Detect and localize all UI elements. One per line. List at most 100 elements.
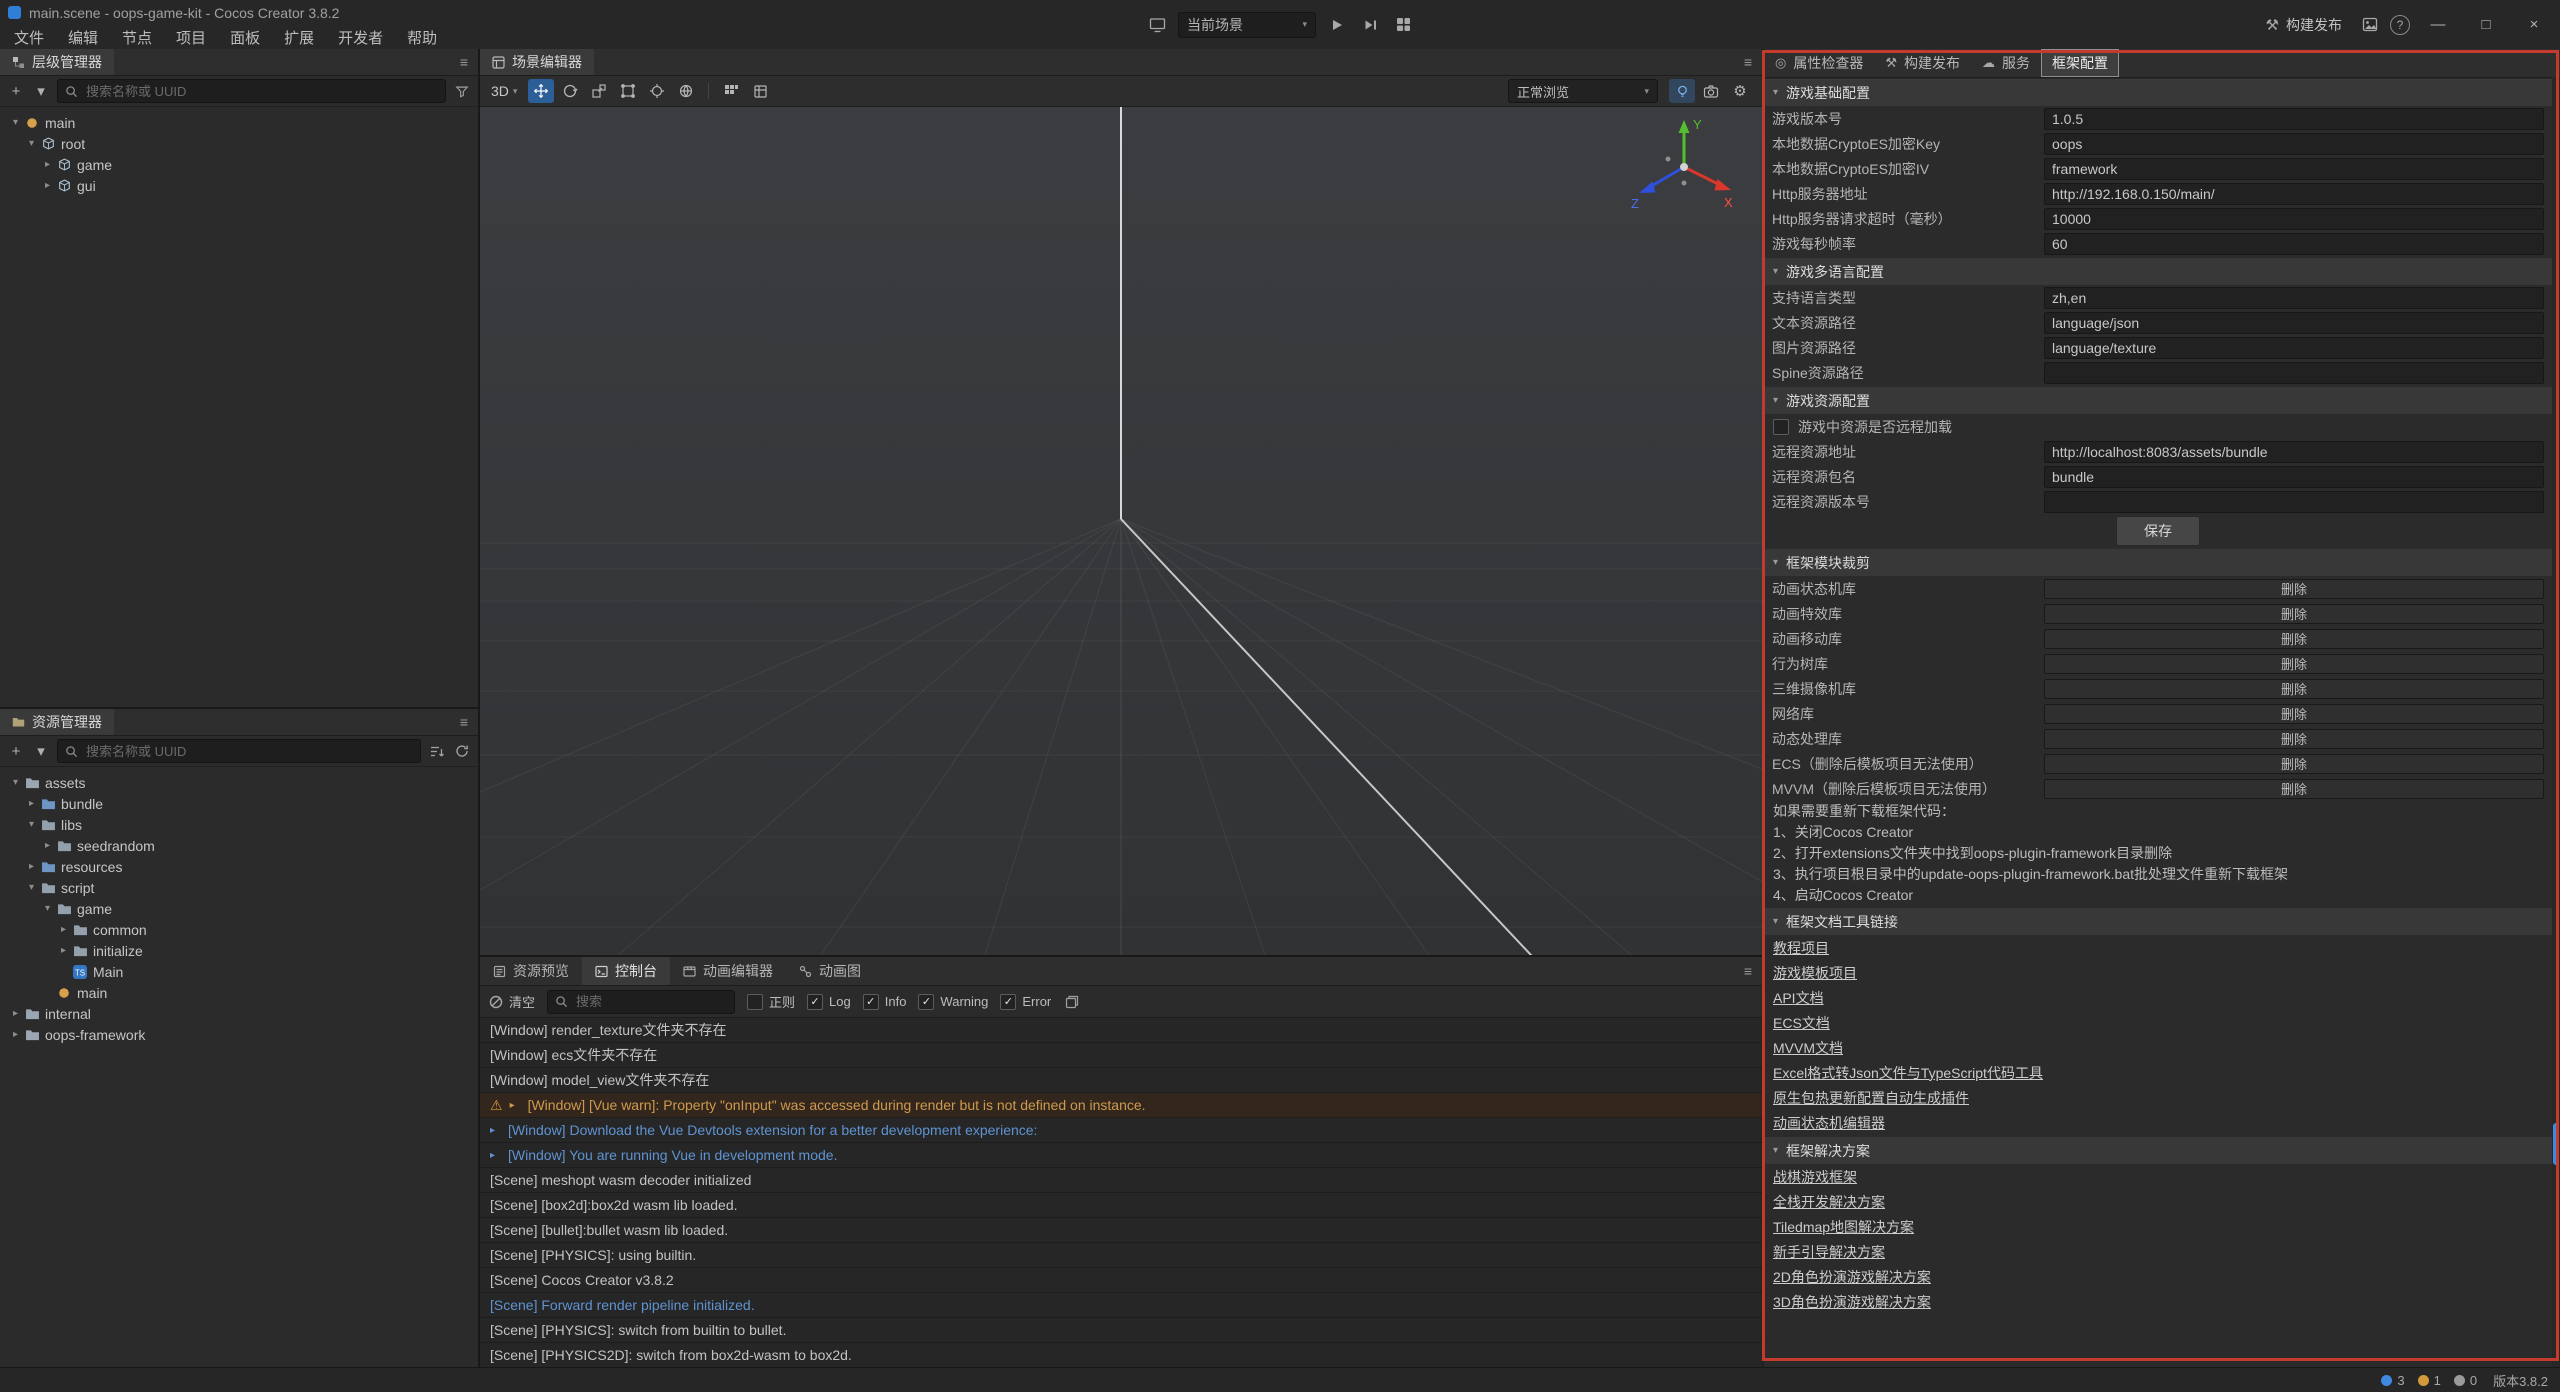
orientation-gizmo[interactable]: Y X Z bbox=[1624, 109, 1744, 221]
status-count[interactable]: 1 bbox=[2418, 1373, 2441, 1388]
assets-tab[interactable]: 资源管理器 bbox=[0, 709, 114, 735]
filter-info[interactable]: Info bbox=[863, 994, 907, 1010]
log-row[interactable]: [Window] render_texture文件夹不存在 bbox=[480, 1018, 1762, 1043]
add-asset-chevron-icon[interactable]: ▾ bbox=[32, 740, 50, 762]
delete-button-行为树库[interactable]: 删除 bbox=[2044, 654, 2544, 674]
link-全栈开发解决方案[interactable]: 全栈开发解决方案 bbox=[1773, 1192, 1885, 1212]
link-2D角色扮演游戏解决方案[interactable]: 2D角色扮演游戏解决方案 bbox=[1773, 1267, 1931, 1287]
panel-menu-icon[interactable]: ≡ bbox=[450, 54, 478, 70]
chevron-expanded-icon[interactable]: ▾ bbox=[40, 903, 55, 914]
regex-checkbox[interactable]: 正则 bbox=[747, 992, 795, 1011]
log-row[interactable]: [Scene] [PHYSICS]: switch from builtin t… bbox=[480, 1318, 1762, 1343]
log-expand-chevron-icon[interactable]: ▸ bbox=[510, 1100, 521, 1111]
filter-warning[interactable]: Warning bbox=[918, 994, 988, 1010]
scene-editor-tab[interactable]: 场景编辑器 bbox=[480, 49, 594, 75]
section-header-框架解决方案[interactable]: ▾框架解决方案 bbox=[1764, 1137, 2552, 1164]
console-tab-控制台[interactable]: 控制台 bbox=[582, 957, 670, 985]
checkbox[interactable] bbox=[863, 994, 879, 1010]
link-API文档[interactable]: API文档 bbox=[1773, 988, 1824, 1008]
scene-viewport[interactable]: Y X Z bbox=[480, 107, 1762, 955]
filter-log[interactable]: Log bbox=[807, 994, 851, 1010]
hierarchy-item-game[interactable]: ▸game bbox=[0, 154, 478, 175]
save-button[interactable]: 保存 bbox=[2116, 516, 2200, 546]
view-mode-select[interactable]: 正常浏览 ▾ bbox=[1508, 79, 1658, 103]
panel-menu-icon[interactable]: ≡ bbox=[450, 714, 478, 730]
log-row[interactable]: ▸[Window] You are running Vue in develop… bbox=[480, 1143, 1762, 1168]
delete-button-三维摄像机库[interactable]: 删除 bbox=[2044, 679, 2544, 699]
asset-item-initialize[interactable]: ▸initialize bbox=[0, 940, 478, 961]
delete-button-动态处理库[interactable]: 删除 bbox=[2044, 729, 2544, 749]
hierarchy-item-main[interactable]: ▾main bbox=[0, 112, 478, 133]
checkbox[interactable] bbox=[1000, 994, 1016, 1010]
asset-item-internal[interactable]: ▸internal bbox=[0, 1003, 478, 1024]
filter-error[interactable]: Error bbox=[1000, 994, 1051, 1010]
asset-item-game[interactable]: ▾game bbox=[0, 898, 478, 919]
delete-button-MVVM（删除后模板项目无法使用）[interactable]: 删除 bbox=[2044, 779, 2544, 799]
field-input-图片资源路径[interactable] bbox=[2044, 337, 2544, 359]
asset-item-seedrandom[interactable]: ▸seedrandom bbox=[0, 835, 478, 856]
add-asset-button[interactable]: + bbox=[7, 740, 25, 762]
console-search[interactable] bbox=[547, 990, 735, 1014]
console-search-input[interactable] bbox=[574, 993, 727, 1010]
link-Tiledmap地图解决方案[interactable]: Tiledmap地图解决方案 bbox=[1773, 1217, 1914, 1237]
section-header-框架文档工具链接[interactable]: ▾框架文档工具链接 bbox=[1764, 908, 2552, 935]
inspector-tab-属性检查器[interactable]: ◎属性检查器 bbox=[1764, 49, 1874, 77]
chevron-collapsed-icon[interactable]: ▸ bbox=[40, 180, 55, 191]
inspector-scrollbar[interactable] bbox=[2552, 77, 2560, 1368]
log-row[interactable]: [Scene] Forward render pipeline initiali… bbox=[480, 1293, 1762, 1318]
asset-item-oops-framework[interactable]: ▸oops-framework bbox=[0, 1024, 478, 1045]
scale-tool-button[interactable] bbox=[586, 79, 612, 103]
coordinate-toggle-button[interactable] bbox=[673, 79, 699, 103]
gear-icon[interactable]: ⚙ bbox=[1727, 79, 1753, 103]
status-count[interactable]: 0 bbox=[2454, 1373, 2477, 1388]
log-row[interactable]: [Scene] [bullet]:bullet wasm lib loaded. bbox=[480, 1218, 1762, 1243]
move-tool-button[interactable] bbox=[528, 79, 554, 103]
preview-platform-icon[interactable] bbox=[1145, 13, 1169, 37]
link-教程项目[interactable]: 教程项目 bbox=[1773, 938, 1829, 958]
field-input-游戏版本号[interactable] bbox=[2044, 108, 2544, 130]
chevron-collapsed-icon[interactable]: ▸ bbox=[8, 1029, 23, 1040]
clear-console-button[interactable]: 清空 bbox=[489, 992, 535, 1011]
pivot-toggle-button[interactable] bbox=[644, 79, 670, 103]
link-游戏模板项目[interactable]: 游戏模板项目 bbox=[1773, 963, 1857, 983]
delete-button-动画移动库[interactable]: 删除 bbox=[2044, 629, 2544, 649]
log-row[interactable]: ▸[Window] Download the Vue Devtools exte… bbox=[480, 1118, 1762, 1143]
menu-节点[interactable]: 节点 bbox=[110, 25, 164, 49]
checkbox[interactable] bbox=[807, 994, 823, 1010]
menu-面板[interactable]: 面板 bbox=[218, 25, 272, 49]
link-战棋游戏框架[interactable]: 战棋游戏框架 bbox=[1773, 1167, 1857, 1187]
link-3D角色扮演游戏解决方案[interactable]: 3D角色扮演游戏解决方案 bbox=[1773, 1292, 1931, 1312]
asset-item-main[interactable]: main bbox=[0, 982, 478, 1003]
menu-帮助[interactable]: 帮助 bbox=[395, 25, 449, 49]
minimize-button[interactable]: — bbox=[2418, 9, 2458, 41]
asset-item-resources[interactable]: ▸resources bbox=[0, 856, 478, 877]
inspector-tab-构建发布[interactable]: ⚒构建发布 bbox=[1874, 49, 1971, 77]
layout-grid-icon[interactable] bbox=[1391, 13, 1415, 37]
log-row[interactable]: [Window] model_view文件夹不存在 bbox=[480, 1068, 1762, 1093]
field-input-Http服务器地址[interactable] bbox=[2044, 183, 2544, 205]
close-button[interactable]: × bbox=[2514, 9, 2554, 41]
filter-icon[interactable] bbox=[453, 80, 471, 102]
checkbox[interactable] bbox=[918, 994, 934, 1010]
chevron-collapsed-icon[interactable]: ▸ bbox=[8, 1008, 23, 1019]
checkbox[interactable] bbox=[747, 994, 763, 1010]
assets-search[interactable] bbox=[57, 739, 421, 763]
scrollbar-thumb[interactable] bbox=[2553, 1123, 2559, 1165]
panel-menu-icon[interactable]: ≡ bbox=[1734, 963, 1762, 979]
hierarchy-tab[interactable]: 层级管理器 bbox=[0, 49, 114, 75]
menu-开发者[interactable]: 开发者 bbox=[326, 25, 395, 49]
log-row[interactable]: [Scene] [PHYSICS]: using builtin. bbox=[480, 1243, 1762, 1268]
asset-item-bundle[interactable]: ▸bundle bbox=[0, 793, 478, 814]
field-input-Http服务器请求超时（毫秒）[interactable] bbox=[2044, 208, 2544, 230]
menu-文件[interactable]: 文件 bbox=[2, 25, 56, 49]
console-tab-动画编辑器[interactable]: 动画编辑器 bbox=[670, 957, 786, 985]
step-frame-button[interactable] bbox=[1358, 13, 1382, 37]
chevron-collapsed-icon[interactable]: ▸ bbox=[24, 861, 39, 872]
log-row[interactable]: [Scene] Cocos Creator v3.8.2 bbox=[480, 1268, 1762, 1293]
asset-item-assets[interactable]: ▾assets bbox=[0, 772, 478, 793]
help-icon[interactable]: ? bbox=[2390, 15, 2410, 35]
rotate-tool-button[interactable] bbox=[557, 79, 583, 103]
hierarchy-search-input[interactable] bbox=[84, 83, 438, 100]
asset-item-common[interactable]: ▸common bbox=[0, 919, 478, 940]
build-publish-button[interactable]: ⚒ 构建发布 bbox=[2258, 15, 2350, 35]
